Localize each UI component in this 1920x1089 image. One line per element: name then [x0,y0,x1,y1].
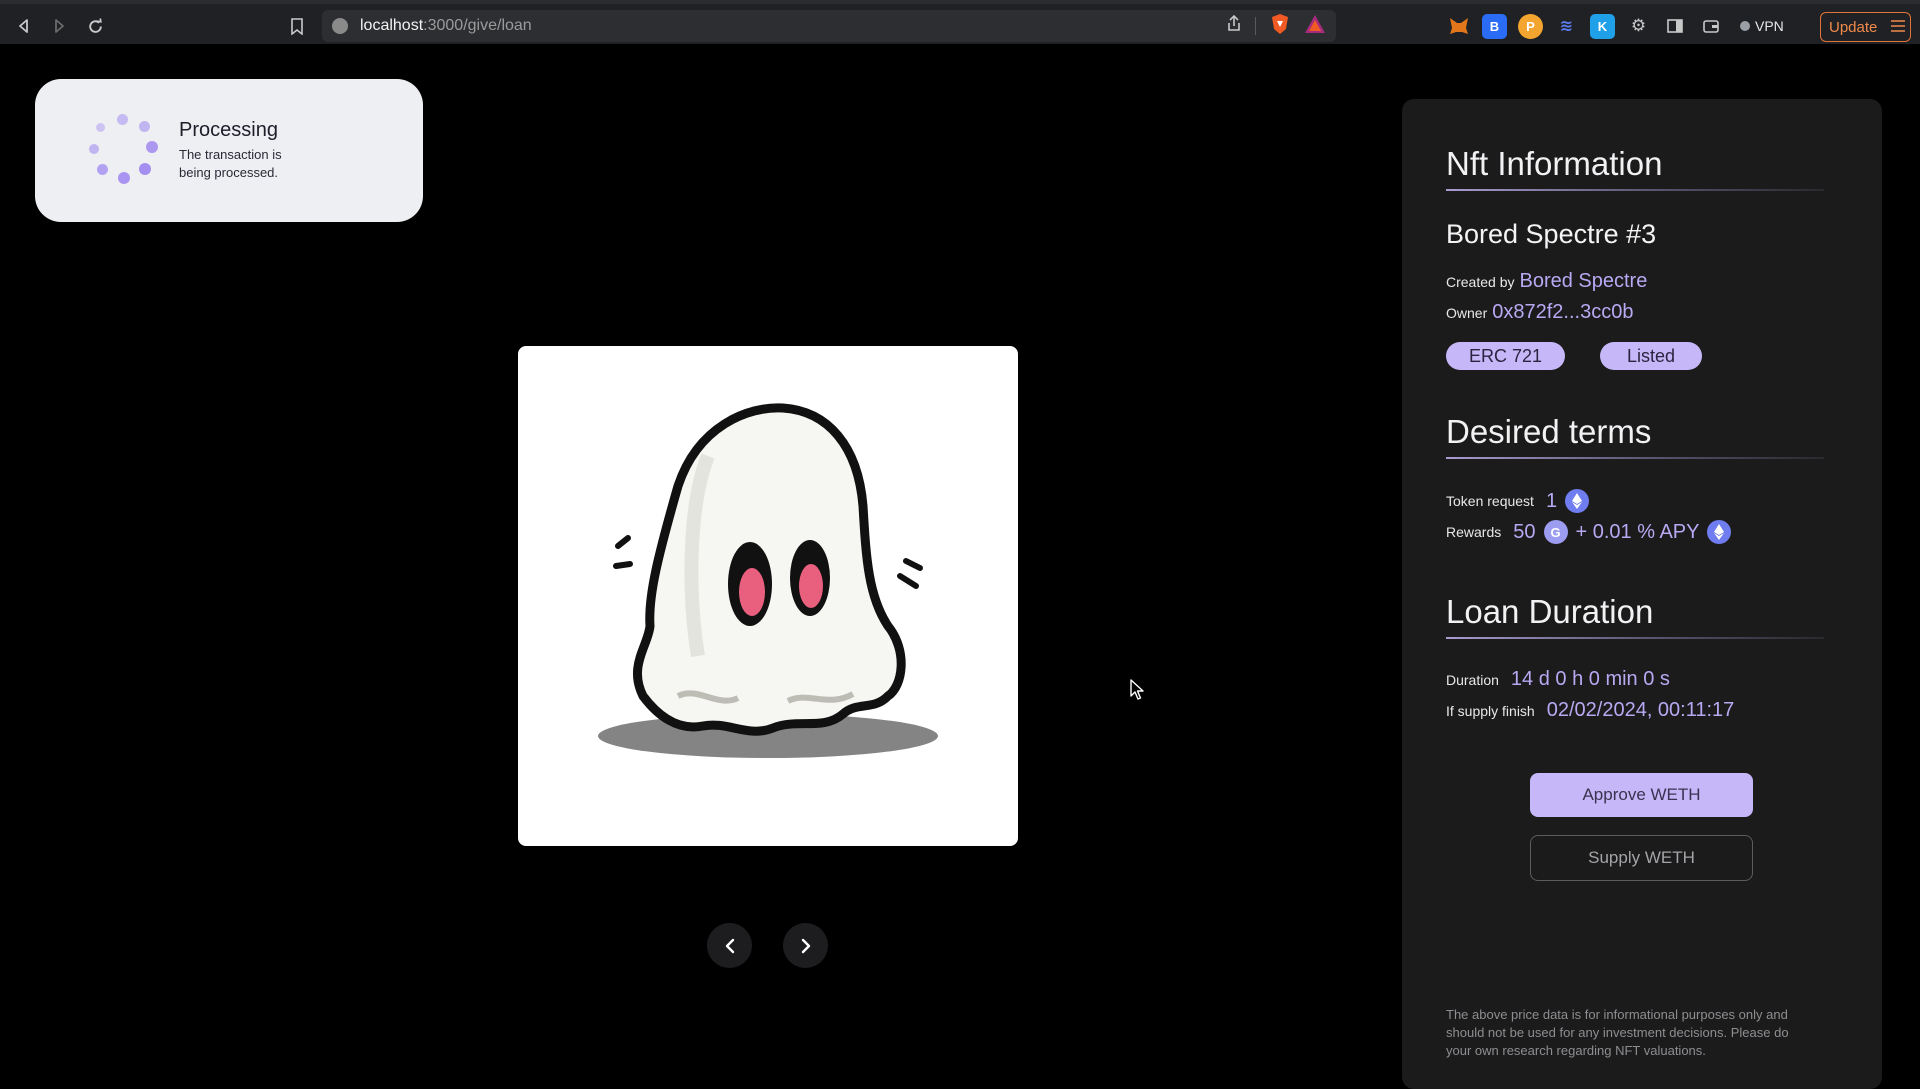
eth-icon [1565,489,1590,513]
carousel-prev-button[interactable] [707,923,752,968]
vpn-status-icon [1740,21,1750,31]
extensions-puzzle-icon[interactable]: ⚙ [1626,14,1651,39]
processing-toast: Processing The transaction is being proc… [35,79,423,222]
chevron-left-icon [725,938,734,953]
vpn-label: VPN [1755,18,1784,34]
k-extension-icon[interactable]: K [1590,13,1615,39]
nft-information-heading: Nft Information [1446,145,1663,182]
back-icon[interactable] [7,9,41,43]
divider [1255,17,1256,35]
metamask-icon[interactable] [1446,14,1471,39]
duration-row: Duration 14 d 0 h 0 min 0 s [1446,668,1670,691]
section-divider [1446,637,1824,639]
duration-label: Duration [1446,671,1499,688]
token-standard-badge: ERC 721 [1446,342,1565,370]
nft-name: Bored Spectre #3 [1446,219,1657,249]
browser-toolbar: localhost:3000/give/loan B P ≋ K ⚙ VPN … [0,0,1920,44]
owner-address-link[interactable]: 0x872f2...3cc0b [1492,301,1633,324]
bookmark-icon[interactable] [280,9,314,43]
supply-finish-value: 02/02/2024, 00:11:17 [1546,699,1735,721]
brave-rewards-icon[interactable] [1304,14,1326,39]
section-divider [1446,189,1824,191]
url-host: localhost [360,17,424,34]
brave-shield-icon[interactable] [1270,13,1290,40]
rewards-label: Rewards [1446,524,1502,540]
token-request-row: Token request 1 [1446,489,1590,513]
supply-finish-row: If supply finish 02/02/2024, 00:11:17 [1446,699,1734,722]
token-request-label: Token request [1446,493,1534,509]
forward-icon[interactable] [42,9,76,43]
update-label: Update [1829,18,1878,36]
eth-icon [1707,520,1732,544]
desired-terms-heading: Desired terms [1446,413,1652,450]
url-path: :3000/give/loan [423,17,532,34]
wave-extension-icon[interactable]: ≋ [1554,14,1579,39]
menu-icon [1891,19,1906,36]
toast-message: The transaction is being processed. [179,147,282,180]
status-badge: Listed [1600,342,1702,370]
rewards-apy: + 0.01 % APY [1575,520,1700,543]
approve-weth-button[interactable]: Approve WETH [1530,773,1753,817]
extensions-bar: B P ≋ K ⚙ VPN [1446,12,1784,40]
created-by-row: Created by Bored Spectre [1446,270,1647,293]
toast-title: Processing [179,119,278,141]
loading-spinner-icon [87,113,161,188]
token-request-value: 1 [1545,489,1558,512]
nft-image [518,346,1018,846]
update-button[interactable]: Update [1820,12,1911,42]
sidebar-toggle-icon[interactable] [1662,14,1687,39]
duration-value: 14 d 0 h 0 min 0 s [1510,668,1670,690]
site-info-icon[interactable] [332,18,348,34]
owner-label: Owner [1446,305,1488,321]
vpn-button[interactable]: VPN [1740,18,1784,34]
reload-icon[interactable] [78,9,112,43]
carousel-next-button[interactable] [783,923,828,968]
loan-duration-heading: Loan Duration [1446,593,1654,630]
coin-extension-icon[interactable]: P [1518,13,1543,39]
bitwarden-icon[interactable]: B [1482,13,1507,39]
mouse-cursor-icon [1130,679,1144,700]
rewards-value: 50 [1513,520,1536,543]
ghost-illustration [598,403,938,758]
price-disclaimer: The above price data is for informationa… [1446,1007,1789,1058]
supply-weth-button[interactable]: Supply WETH [1530,835,1753,881]
reward-token-icon: G [1543,520,1568,544]
supply-finish-label: If supply finish [1446,702,1535,719]
owner-row: Owner 0x872f2...3cc0b [1446,301,1633,324]
section-divider [1446,457,1824,459]
creator-link[interactable]: Bored Spectre [1519,270,1647,293]
nft-info-panel: Nft Information Bored Spectre #3 Created… [1402,99,1882,1089]
wallet-icon[interactable] [1698,14,1723,39]
address-bar[interactable]: localhost:3000/give/loan [322,10,1336,42]
rewards-row: Rewards 50 G + 0.01 % APY [1446,520,1732,544]
chevron-right-icon [801,938,810,953]
created-by-label: Created by [1446,274,1515,290]
share-icon[interactable] [1227,14,1241,37]
